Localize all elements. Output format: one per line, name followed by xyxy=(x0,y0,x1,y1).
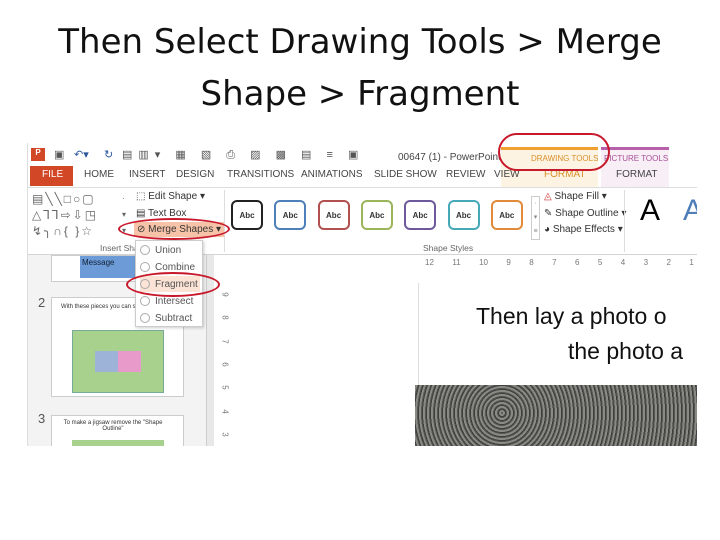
shape-style-6[interactable]: Abc xyxy=(447,200,480,230)
edit-shape-button[interactable]: ⬚ Edit Shape ▾ xyxy=(136,191,205,202)
tab-slide-show[interactable]: SLIDE SHOW xyxy=(374,169,437,180)
picture-tools-label: PICTURE TOOLS xyxy=(604,154,669,163)
powerpoint-screenshot: P ▣ ↶▾ ↻ ▤▥▾ ▦ ▧ ⎙ ▨ ▩ ▤ ≡ ▣ 00647 (1) -… xyxy=(27,143,697,446)
shape-fill-button[interactable]: ◬ Shape Fill ▾ xyxy=(544,191,607,202)
shape-style-3[interactable]: Abc xyxy=(317,200,350,230)
window-title: 00647 (1) - PowerPoint xyxy=(398,152,501,163)
slide-canvas[interactable]: Then lay a photo o the photo a xyxy=(415,283,697,446)
shape-style-5[interactable]: Abc xyxy=(404,200,437,230)
tab-home[interactable]: HOME xyxy=(84,169,114,180)
tab-picture-format[interactable]: FORMAT xyxy=(616,169,657,180)
undo-icon[interactable]: ↶▾ xyxy=(74,148,89,161)
ruler-tick: 4 xyxy=(220,408,230,414)
powerpoint-icon: P xyxy=(31,148,45,161)
ruler-tick: 3 xyxy=(643,258,649,267)
ruler-tick: 5 xyxy=(597,258,603,267)
ruler-tick: 9 xyxy=(506,258,511,267)
tab-file[interactable]: FILE xyxy=(42,169,63,180)
horizontal-ruler: 12 11 10 9 8 7 6 5 4 3 2 1 xyxy=(421,258,697,270)
wordart-blue[interactable]: A xyxy=(683,194,697,228)
canvas-text-line2: the photo a xyxy=(568,338,684,364)
ruler-tick: 12 xyxy=(425,258,434,267)
tab-review[interactable]: REVIEW xyxy=(446,169,485,180)
annotation-circle-drawing-tools xyxy=(498,133,610,171)
ruler-tick: 1 xyxy=(689,258,694,267)
shape-effects-button[interactable]: ◕ Shape Effects ▾ xyxy=(544,224,623,235)
vertical-ruler: 9 8 7 6 5 4 3 xyxy=(219,283,231,446)
ruler-tick: 2 xyxy=(666,258,671,267)
ruler-tick: 9 xyxy=(220,292,230,297)
shape-style-7[interactable]: Abc xyxy=(490,200,523,230)
ruler-tick: 6 xyxy=(220,362,230,367)
shape-style-4[interactable]: Abc xyxy=(360,200,393,230)
ruler-tick: 11 xyxy=(452,258,461,267)
tab-transitions[interactable]: TRANSITIONS xyxy=(227,169,294,180)
tab-design[interactable]: DESIGN xyxy=(176,169,214,180)
shape-style-1[interactable]: Abc xyxy=(231,200,263,230)
annotation-circle-merge-shapes xyxy=(118,218,230,240)
ruler-tick: 6 xyxy=(575,258,580,267)
shapes-gallery[interactable]: ▤╲╲□○▢ △⅂⅂⇨⇩◳ ↯╮∩{ }☆ xyxy=(32,191,98,239)
ruler-tick: 8 xyxy=(529,258,534,267)
annotation-circle-fragment xyxy=(126,272,220,297)
slide-thumbnail-3[interactable]: To make a jigsaw remove the "Shape Outli… xyxy=(51,415,184,446)
ruler-tick: 7 xyxy=(552,258,557,267)
shape-styles-group-label: Shape Styles xyxy=(423,243,474,253)
ribbon: ▤╲╲□○▢ △⅂⅂⇨⇩◳ ↯╮∩{ }☆ · ▾ ▾ ⬚ Edit Shape ▾ ▤… xyxy=(28,187,697,255)
photo[interactable] xyxy=(415,385,697,446)
ruler-tick: 5 xyxy=(220,385,230,390)
tab-insert[interactable]: INSERT xyxy=(129,169,166,180)
ruler-tick: 7 xyxy=(220,338,230,344)
slide-number: 2 xyxy=(38,295,46,310)
slide-title-line1: Then Select Drawing Tools > Merge xyxy=(58,22,662,62)
menu-item-union[interactable]: Union xyxy=(140,242,200,258)
tab-animations[interactable]: ANIMATIONS xyxy=(301,169,362,180)
insert-shapes-group-label: Insert Sha xyxy=(100,243,139,253)
redo-icon[interactable]: ↻ xyxy=(104,148,113,161)
save-icon[interactable]: ▣ xyxy=(54,148,64,161)
slide-number: 3 xyxy=(38,411,46,426)
quick-access-icons[interactable]: ▤▥▾ ▦ ▧ ⎙ ▨ ▩ ▤ ≡ ▣ xyxy=(122,148,364,162)
ruler-tick: 3 xyxy=(220,432,230,437)
canvas-text-line1: Then lay a photo o xyxy=(476,303,667,329)
ruler-tick: 4 xyxy=(620,258,626,267)
shape-outline-button[interactable]: ✎ Shape Outline ▾ xyxy=(544,208,626,219)
shape-style-2[interactable]: Abc xyxy=(274,200,307,230)
ruler-tick: 8 xyxy=(220,315,230,321)
slide-title-line2: Shape > Fragment xyxy=(200,74,520,114)
menu-item-subtract[interactable]: Subtract xyxy=(140,310,200,326)
wordart-black[interactable]: A xyxy=(640,194,660,228)
ruler-tick: 10 xyxy=(479,258,488,267)
